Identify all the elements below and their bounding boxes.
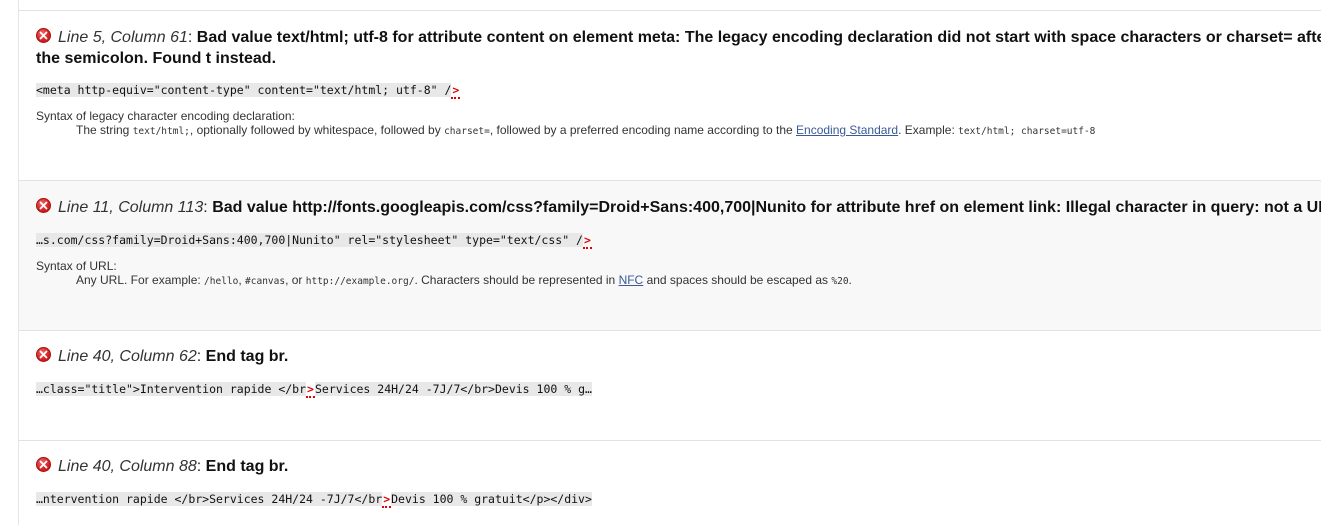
error-x-circle-icon (36, 347, 51, 362)
code-extract: …s.com/css?family=Droid+Sans:400,700|Nun… (36, 233, 592, 249)
extract-marker: > (382, 492, 392, 508)
code-sample: #canvas (245, 276, 286, 287)
error-message-4: Line 40, Column 88: End tag br. …nterven… (19, 441, 1321, 525)
error-heading: Line 11, Column 113: Bad value http://fo… (36, 197, 1321, 218)
error-location: Line 40, Column 62 (58, 348, 197, 365)
error-heading: Line 5, Column 61: Bad value text/html; … (36, 27, 1321, 69)
error-text: Bad value http://fonts.googleapis.com/cs… (212, 199, 1321, 216)
error-message-2: Line 11, Column 113: Bad value http://fo… (19, 181, 1321, 331)
error-x-circle-icon (36, 28, 51, 43)
code-sample: /hello (204, 276, 239, 287)
extract-after: Services 24H/24 -7J/7</br>Devis 100 % g… (314, 382, 592, 396)
extract-before: …s.com/css?family=Droid+Sans:400,700|Nun… (36, 233, 583, 247)
syntax-definition: Any URL. For example: /hello, #canvas, o… (76, 273, 852, 287)
extract-before: …ntervention rapide </br>Services 24H/24… (36, 492, 383, 506)
extract-before: …class="title">Intervention rapide </br (36, 382, 307, 396)
encoding-standard-link[interactable]: Encoding Standard (796, 123, 898, 137)
extract-marker: > (582, 233, 592, 249)
syntax-description: Syntax of URL: Any URL. For example: /he… (36, 259, 1321, 289)
error-x-circle-icon (36, 198, 51, 213)
code-extract: <meta http-equiv="content-type" content=… (36, 83, 461, 99)
extract-marker: > (306, 382, 315, 398)
code-sample: charset= (444, 126, 490, 137)
error-text: End tag br. (205, 458, 289, 475)
extract-marker: > (451, 83, 461, 99)
code-extract: …class="title">Intervention rapide </br>… (36, 382, 592, 398)
error-message-1: Line 5, Column 61: Bad value text/html; … (19, 11, 1321, 181)
syntax-definition: The string text/html;, optionally follow… (76, 123, 1096, 137)
error-text: Bad value text/html; utf-8 for attribute… (36, 29, 1321, 67)
error-heading: Line 40, Column 88: End tag br. (36, 456, 1321, 477)
syntax-title: Syntax of URL: (36, 259, 117, 273)
validation-results-list: Line 5, Column 61: Bad value text/html; … (18, 0, 1321, 525)
syntax-title: Syntax of legacy character encoding decl… (36, 109, 295, 123)
nfc-link[interactable]: NFC (619, 273, 644, 287)
error-location: Line 40, Column 88 (58, 458, 197, 475)
code-sample: http://example.org/ (305, 276, 415, 287)
error-message-3: Line 40, Column 62: End tag br. …class="… (19, 331, 1321, 441)
code-sample: %20 (831, 276, 849, 287)
extract-after: Devis 100 % gratuit</p></div> (391, 492, 592, 506)
error-text: End tag br. (205, 348, 289, 365)
error-heading: Line 40, Column 62: End tag br. (36, 346, 1321, 367)
code-extract: …ntervention rapide </br>Services 24H/24… (36, 492, 592, 508)
error-location: Line 5, Column 61 (58, 29, 188, 46)
code-sample: text/html; (132, 126, 190, 137)
extract-before: <meta http-equiv="content-type" content=… (36, 83, 452, 97)
error-location: Line 11, Column 113 (58, 199, 204, 216)
syntax-description: Syntax of legacy character encoding decl… (36, 109, 1321, 139)
error-x-circle-icon (36, 457, 51, 472)
code-sample: text/html; charset=utf-8 (958, 126, 1096, 137)
